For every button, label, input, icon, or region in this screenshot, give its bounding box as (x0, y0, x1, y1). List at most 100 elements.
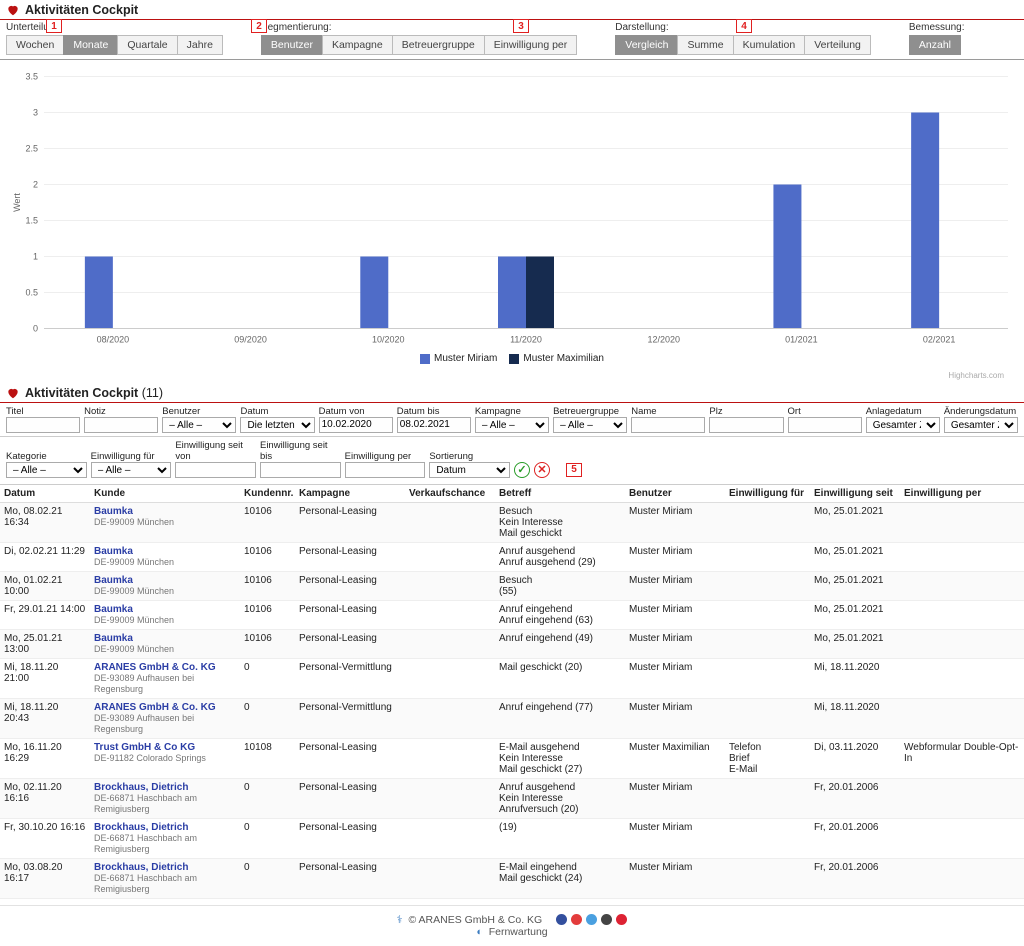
callout-5: 5 (566, 463, 582, 477)
social-icon[interactable] (571, 914, 582, 925)
svg-text:2: 2 (33, 180, 38, 190)
page-footer: ⚕ © ARANES GmbH & Co. KG ◐ Fernwartung (0, 905, 1024, 946)
heart-icon (6, 3, 20, 17)
list-title: Aktivitäten Cockpit (11) (25, 386, 163, 400)
table-row[interactable]: Mo, 02.11.20 16:16Brockhaus, DietrichDE-… (0, 778, 1024, 818)
table-row[interactable]: Mo, 08.02.21 16:34BaumkaDE-99009 München… (0, 502, 1024, 542)
filter-plz[interactable] (709, 417, 783, 433)
svg-text:02/2021: 02/2021 (923, 335, 956, 345)
svg-text:01/2021: 01/2021 (785, 335, 818, 345)
filter-label: Name (631, 406, 705, 417)
filter-label: Datum von (319, 406, 393, 417)
filter-änderungsdatum[interactable]: Gesamter Zeitraum (944, 417, 1018, 433)
col-einwilligung per[interactable]: Einwilligung per (900, 485, 1024, 503)
filter-label: Betreuergruppe (553, 406, 627, 417)
svg-text:Wert: Wert (12, 193, 22, 212)
heart-icon (6, 386, 20, 400)
svg-text:0.5: 0.5 (25, 288, 38, 298)
remote-label[interactable]: Fernwartung (489, 926, 548, 938)
apply-filter-icon[interactable]: ✓ (514, 462, 530, 478)
table-row[interactable]: Mo, 01.02.21 10:00BaumkaDE-99009 München… (0, 571, 1024, 600)
callout-1: 1 (46, 19, 62, 33)
toolbar-bemessung-anzahl[interactable]: Anzahl (909, 35, 961, 55)
col-einwilligung für[interactable]: Einwilligung für (725, 485, 810, 503)
svg-text:3.5: 3.5 (25, 72, 38, 82)
svg-text:08/2020: 08/2020 (97, 335, 130, 345)
filter-einwilligung-für[interactable]: – Alle – (91, 462, 172, 478)
filter-titel[interactable] (6, 417, 80, 433)
filter-betreuergruppe[interactable]: – Alle – (553, 417, 627, 433)
chart-credit: Highcharts.com (10, 371, 1014, 380)
toolbar-segmentierung-betreuergruppe[interactable]: Betreuergruppe (392, 35, 485, 55)
toolbar-group-label: Bemessung: (909, 22, 965, 33)
toolbar-unterteilung-wochen[interactable]: Wochen (6, 35, 64, 55)
toolbar-group-label: Unterteilung: (6, 22, 223, 33)
bar-chart: 00.511.522.533.5Wert08/202009/202010/202… (10, 66, 1014, 351)
toolbar-darstellung-vergleich[interactable]: Vergleich (615, 35, 678, 55)
col-datum[interactable]: Datum (0, 485, 90, 503)
remote-icon: ◐ (476, 926, 482, 938)
cockpit-title-bar: Aktivitäten Cockpit (0, 0, 1024, 20)
svg-text:1.5: 1.5 (25, 216, 38, 226)
toolbar-unterteilung-quartale[interactable]: Quartale (117, 35, 177, 55)
filter-datum-bis[interactable] (397, 417, 471, 433)
legend-item[interactable]: Muster Miriam (420, 353, 497, 364)
col-betreff[interactable]: Betreff (495, 485, 625, 503)
filter-einwilligung-seit-von[interactable] (175, 462, 256, 478)
filter-benutzer[interactable]: – Alle – (162, 417, 236, 433)
col-benutzer[interactable]: Benutzer (625, 485, 725, 503)
copyright: © ARANES GmbH & Co. KG (408, 914, 542, 926)
toolbar-darstellung-verteilung[interactable]: Verteilung (804, 35, 871, 55)
col-kampagne[interactable]: Kampagne (295, 485, 405, 503)
filter-label: Ort (788, 406, 862, 417)
toolbar-group-label: Segmentierung: (261, 22, 577, 33)
toolbar-unterteilung-jahre[interactable]: Jahre (177, 35, 223, 55)
toolbar-darstellung-kumulation[interactable]: Kumulation (733, 35, 806, 55)
filter-kategorie[interactable]: – Alle – (6, 462, 87, 478)
svg-text:10/2020: 10/2020 (372, 335, 405, 345)
svg-text:0: 0 (33, 324, 38, 334)
svg-text:3: 3 (33, 108, 38, 118)
filter-notiz[interactable] (84, 417, 158, 433)
filter-label: Einwilligung per (345, 451, 426, 462)
table-row[interactable]: Mi, 18.11.20 21:00ARANES GmbH & Co. KGDE… (0, 658, 1024, 698)
social-icon[interactable] (601, 914, 612, 925)
filter-label: Kampagne (475, 406, 549, 417)
table-row[interactable]: Mo, 03.08.20 16:17Brockhaus, DietrichDE-… (0, 858, 1024, 898)
toolbar-segmentierung-kampagne[interactable]: Kampagne (322, 35, 393, 55)
toolbar-darstellung-summe[interactable]: Summe (677, 35, 733, 55)
col-kunde[interactable]: Kunde (90, 485, 240, 503)
table-row[interactable]: Fr, 29.01.21 14:00BaumkaDE-99009 München… (0, 600, 1024, 629)
legend-item[interactable]: Muster Maximilian (509, 353, 604, 364)
filter-sortierung[interactable]: Datum (429, 462, 510, 478)
filter-einwilligung-seit-bis[interactable] (260, 462, 341, 478)
chart-legend: Muster Miriam Muster Maximilian (10, 351, 1014, 371)
filter-datum[interactable]: Die letzten 365 Tage (240, 417, 314, 433)
filter-label: Einwilligung seit von (175, 440, 256, 462)
chart-area: 00.511.522.533.5Wert08/202009/202010/202… (0, 60, 1024, 380)
table-row[interactable]: Di, 02.02.21 11:29BaumkaDE-99009 München… (0, 542, 1024, 571)
filter-datum-von[interactable] (319, 417, 393, 433)
filter-ort[interactable] (788, 417, 862, 433)
table-row[interactable]: Mi, 18.11.20 20:43ARANES GmbH & Co. KGDE… (0, 698, 1024, 738)
toolbar-segmentierung-einwilligung per[interactable]: Einwilligung per (484, 35, 578, 55)
col-kundennr.[interactable]: Kundennr. (240, 485, 295, 503)
filter-label: Einwilligung für (91, 451, 172, 462)
social-icon[interactable] (586, 914, 597, 925)
table-row[interactable]: Fr, 30.10.20 16:16Brockhaus, DietrichDE-… (0, 818, 1024, 858)
clear-filter-icon[interactable]: ✕ (534, 462, 550, 478)
filter-label: Datum bis (397, 406, 471, 417)
table-row[interactable]: Mo, 16.11.20 16:29Trust GmbH & Co KGDE-9… (0, 738, 1024, 778)
col-verkaufschance[interactable]: Verkaufschance (405, 485, 495, 503)
toolbar-unterteilung-monate[interactable]: Monate (63, 35, 118, 55)
social-icon[interactable] (556, 914, 567, 925)
page-title: Aktivitäten Cockpit (25, 3, 138, 17)
filter-kampagne[interactable]: – Alle – (475, 417, 549, 433)
filter-anlagedatum[interactable]: Gesamter Zeitraum (866, 417, 940, 433)
table-row[interactable]: Mo, 25.01.21 13:00BaumkaDE-99009 München… (0, 629, 1024, 658)
toolbar-segmentierung-benutzer[interactable]: Benutzer (261, 35, 323, 55)
social-icon[interactable] (616, 914, 627, 925)
filter-einwilligung-per[interactable] (345, 462, 426, 478)
filter-name[interactable] (631, 417, 705, 433)
col-einwilligung seit[interactable]: Einwilligung seit (810, 485, 900, 503)
